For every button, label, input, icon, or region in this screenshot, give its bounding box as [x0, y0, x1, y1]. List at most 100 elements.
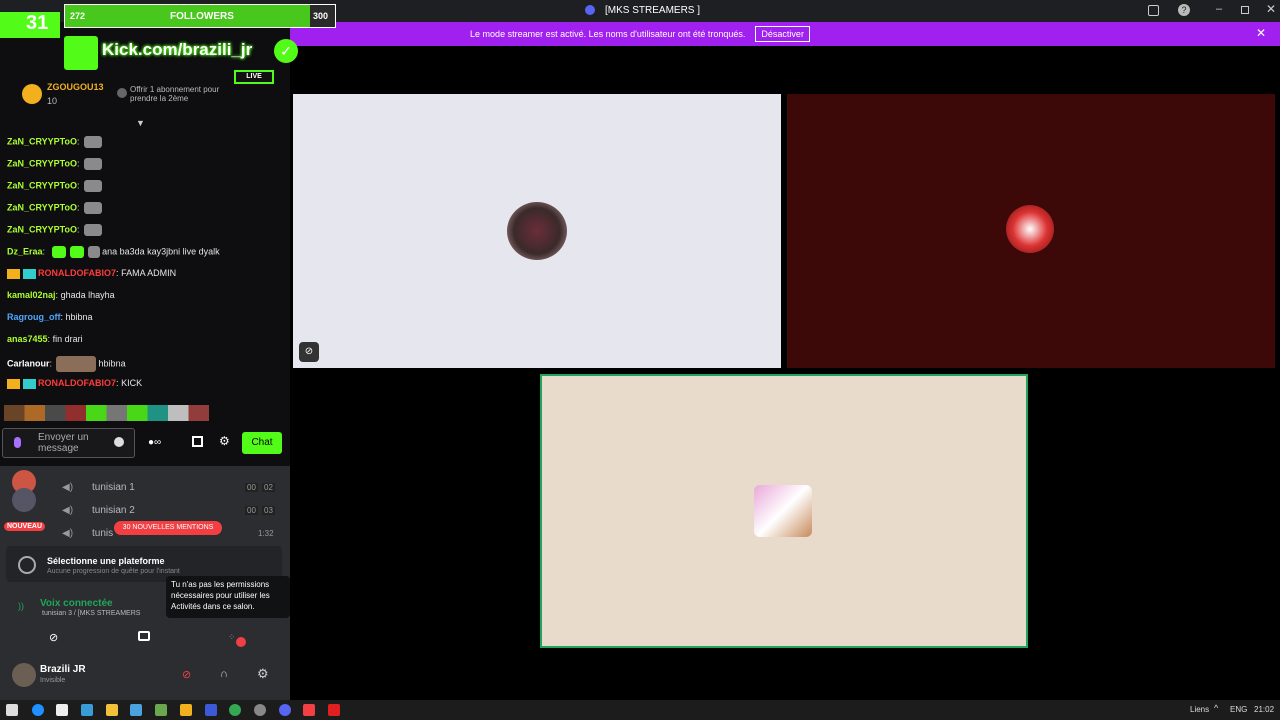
tray-chevron-icon[interactable]: ^ — [1214, 703, 1218, 713]
scroll-down-icon[interactable]: ▼ — [136, 118, 145, 128]
settings-icon[interactable]: ⚙ — [219, 434, 230, 448]
gift-icon — [117, 88, 127, 98]
user-avatar[interactable] — [12, 663, 36, 687]
verified-icon: ✓ — [274, 39, 298, 63]
help-icon[interactable]: ? — [1178, 4, 1190, 16]
chat-username[interactable]: ZaN_CRYYPToO — [7, 202, 77, 212]
emote — [56, 356, 97, 372]
disable-streamer-mode-button[interactable]: Désactiver — [755, 26, 810, 42]
chat-username[interactable]: Carlanour — [7, 358, 50, 368]
app-icon[interactable] — [303, 704, 315, 716]
voice-channel-name[interactable]: tunisian 2 — [92, 505, 135, 516]
windows-start-icon[interactable] — [6, 704, 18, 716]
signal-icon: )) — [18, 601, 24, 611]
user-settings-icon[interactable]: ⚙ — [257, 666, 269, 682]
close-window-button[interactable]: ✕ — [1266, 2, 1276, 16]
chrome-icon[interactable] — [229, 704, 241, 716]
chat-message: RONALDOFABIO7: FAMA ADMIN — [7, 268, 176, 279]
chat-text: FAMA ADMIN — [121, 268, 177, 278]
chat-message: Carlanour: hbibna — [7, 356, 126, 372]
app-icon[interactable] — [205, 704, 217, 716]
chat-username[interactable]: Ragroug_off — [7, 312, 61, 322]
maximize-button[interactable] — [1241, 6, 1249, 14]
voice-channel-name: tunisian 1 — [92, 482, 135, 493]
chat-username[interactable]: kamal02naj — [7, 290, 56, 300]
window-title: [MKS STREAMERS ] — [605, 5, 701, 16]
emote-bar — [4, 405, 209, 421]
server-icon[interactable] — [12, 488, 36, 512]
chat-message: ZaN_CRYYPToO: — [7, 224, 102, 236]
speaker-icon: ◀) — [62, 505, 74, 516]
chat-text: hbibna — [98, 358, 126, 369]
platform-title: Sélectionne une plateforme — [47, 556, 165, 566]
platform-icon — [18, 556, 36, 574]
chat-username[interactable]: RONALDOFABIO7 — [38, 378, 116, 388]
chat-username[interactable]: ZaN_CRYYPToO — [7, 136, 77, 146]
chat-message: ZaN_CRYYPToO: — [7, 136, 102, 148]
participant-avatar-2 — [1006, 205, 1054, 253]
store-icon[interactable] — [192, 436, 203, 447]
chat-message: Ragroug_off: hbibna — [7, 312, 93, 322]
chat-text: KICK — [121, 378, 143, 388]
voice-status[interactable]: Voix connectée — [40, 598, 113, 609]
explorer-icon[interactable] — [56, 704, 68, 716]
chat-username[interactable]: ZaN_CRYYPToO — [7, 224, 77, 234]
app-icon[interactable] — [130, 704, 142, 716]
taskbar-links[interactable]: Liens — [1190, 705, 1209, 714]
microphone-icon[interactable] — [14, 437, 21, 448]
chat-username[interactable]: Dz_Eraa — [7, 246, 43, 256]
mic-muted-icon[interactable]: ⊘ — [182, 668, 191, 681]
platform-subtitle: Aucune progression de quête pour l'insta… — [47, 568, 180, 575]
discord-taskbar-icon[interactable] — [279, 704, 291, 716]
headphones-icon[interactable]: ∩ — [220, 668, 228, 680]
chat-input-placeholder: Envoyer un message — [38, 432, 89, 454]
emoji-icon[interactable] — [114, 437, 124, 447]
screen-share-icon[interactable] — [138, 631, 150, 641]
mentions-badge[interactable]: 30 NOUVELLES MENTIONS — [114, 521, 222, 535]
user-name[interactable]: Brazili JR — [40, 664, 86, 675]
camera-off-icon[interactable]: ⊘ — [49, 631, 58, 644]
emote — [69, 246, 84, 258]
user-status: Invisible — [40, 677, 66, 684]
minimize-button[interactable]: – — [1216, 3, 1222, 15]
counter-badge: 31 — [0, 12, 60, 38]
chat-username[interactable]: ZaN_CRYYPToO — [7, 158, 77, 168]
chat-username[interactable]: RONALDOFABIO7 — [38, 268, 116, 278]
badge-icon — [22, 268, 36, 279]
points-icon[interactable]: ●∞ — [148, 437, 161, 448]
gift-sub-text[interactable]: Offrir 1 abonnement pour prendre la 2ème — [130, 85, 240, 103]
chat-message: ZaN_CRYYPToO: — [7, 202, 102, 214]
emote — [83, 224, 102, 236]
chat-username[interactable]: anas7455 — [7, 334, 48, 344]
followers-count: 272 — [70, 11, 86, 21]
voice-channel-name[interactable]: tunis — [92, 528, 113, 539]
inbox-icon[interactable] — [1148, 5, 1159, 16]
chat-text: ghada lhayha — [60, 290, 115, 300]
participant-avatar-1 — [507, 202, 567, 260]
folder-icon[interactable] — [106, 704, 118, 716]
chat-text: hbibna — [65, 312, 93, 322]
discord-icon — [585, 5, 595, 15]
app-icon[interactable] — [155, 704, 167, 716]
activity-icon[interactable]: ⁘ — [228, 632, 236, 643]
nouveau-badge: NOUVEAU — [4, 522, 46, 531]
voice-channel-path[interactable]: tunisian 3 / [MKS STREAMERS — [42, 610, 140, 617]
mail-icon[interactable] — [81, 704, 93, 716]
app-icon[interactable] — [180, 704, 192, 716]
channel-timer-a: 00 — [245, 483, 258, 492]
app-icon[interactable] — [328, 704, 340, 716]
close-banner-icon[interactable]: ✕ — [1256, 26, 1266, 40]
chat-username[interactable]: ZaN_CRYYPToO — [7, 180, 77, 190]
app-icon[interactable] — [254, 704, 266, 716]
taskbar — [0, 700, 1280, 720]
edge-icon[interactable] — [32, 704, 44, 716]
chat-message: ZaN_CRYYPToO: — [7, 158, 102, 170]
language-indicator[interactable]: ENG — [1230, 705, 1247, 714]
top-supporter-name: ZGOUGOU13 — [47, 82, 104, 92]
chat-send-button[interactable]: Chat — [242, 432, 282, 454]
clock[interactable]: 21:02 — [1254, 705, 1274, 714]
followers-label: FOLLOWERS — [170, 11, 234, 22]
blocked-icon — [236, 637, 246, 647]
top-supporter-avatar — [22, 84, 42, 104]
followers-goal: 300 — [313, 11, 329, 21]
